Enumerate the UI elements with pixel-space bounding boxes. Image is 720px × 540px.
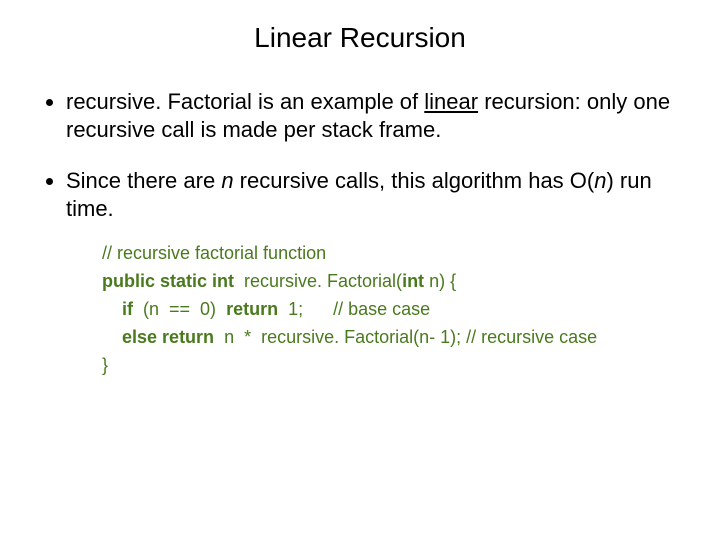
code-text: 1; // base case	[278, 299, 430, 319]
code-text	[102, 299, 122, 319]
code-text: n * recursive. Factorial(n- 1); // recur…	[214, 327, 597, 347]
code-line: // recursive factorial function	[102, 240, 680, 268]
page-title: Linear Recursion	[40, 22, 680, 54]
code-line: else return n * recursive. Factorial(n- …	[102, 324, 680, 352]
code-text: recursive. Factorial(	[234, 271, 402, 291]
code-line: if (n == 0) return 1; // base case	[102, 296, 680, 324]
code-text	[102, 327, 122, 347]
keyword: else return	[122, 327, 214, 347]
bullet-list: recursive. Factorial is an example of li…	[40, 88, 680, 222]
keyword: public static int	[102, 271, 234, 291]
code-text: n) {	[424, 271, 456, 291]
code-line: public static int recursive. Factorial(i…	[102, 268, 680, 296]
text: Since there are	[66, 168, 221, 193]
list-item: Since there are n recursive calls, this …	[66, 167, 680, 222]
code-line: }	[102, 352, 680, 380]
underlined-word: linear	[424, 89, 478, 114]
keyword: return	[226, 299, 278, 319]
italic-n: n	[221, 168, 233, 193]
text: recursive calls, this algorithm has O(	[234, 168, 595, 193]
list-item: recursive. Factorial is an example of li…	[66, 88, 680, 143]
code-text: (n == 0)	[133, 299, 226, 319]
keyword: if	[122, 299, 133, 319]
slide: Linear Recursion recursive. Factorial is…	[0, 0, 720, 540]
text: recursive. Factorial is an example of	[66, 89, 424, 114]
italic-n: n	[594, 168, 606, 193]
code-block: // recursive factorial function public s…	[102, 240, 680, 379]
keyword: int	[402, 271, 424, 291]
